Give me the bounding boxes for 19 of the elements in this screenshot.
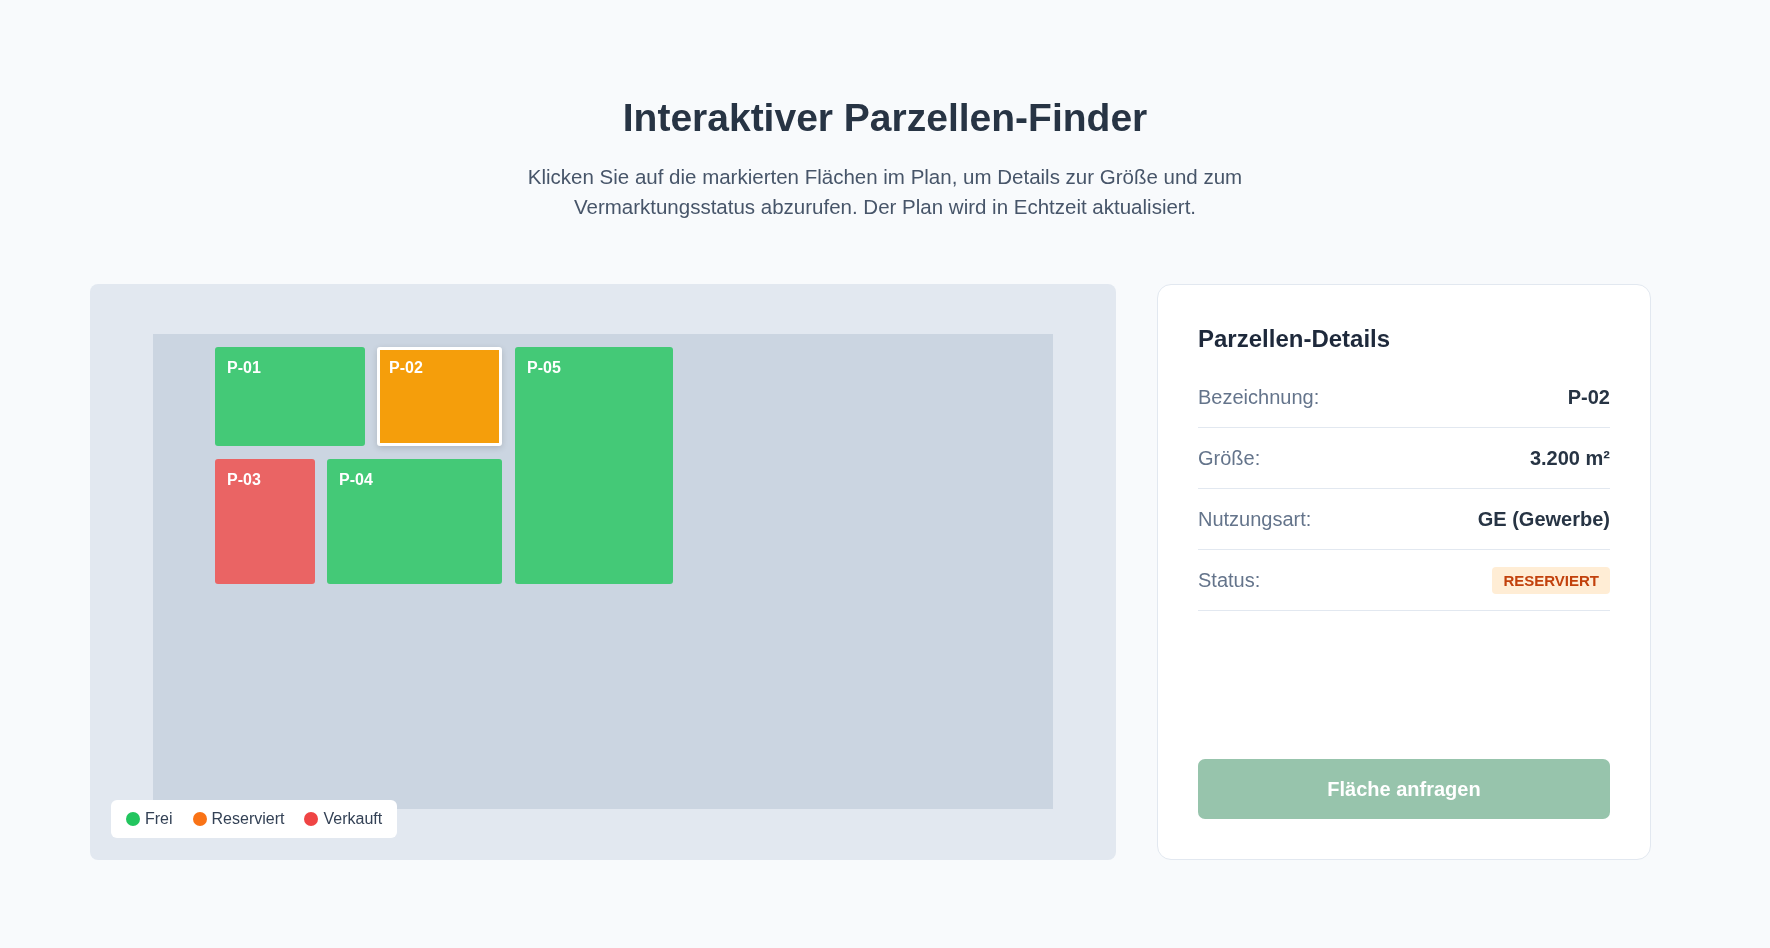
legend-label: Reserviert: [211, 810, 285, 828]
page-title: Interaktiver Parzellen-Finder: [622, 96, 1148, 140]
detail-value: GE (Gewerbe): [1477, 507, 1610, 531]
details-title: Parzellen-Details: [1198, 325, 1392, 353]
intro-text: Klicken Sie auf die markierten Flächen im Plan, um Details zur Größe und zum Vermarktungsstatus abzurufen. Der Plan wird in Echtzeit aktualisiert.: [526, 164, 1244, 220]
detail-value: P-02: [1567, 385, 1610, 409]
parcel[interactable]: P-02: [377, 347, 502, 446]
parcel[interactable]: P-05: [515, 347, 673, 584]
detail-label: Nutzungsart:: [1198, 507, 1312, 531]
parcel[interactable]: P-04: [327, 459, 502, 584]
legend-label: Frei: [145, 810, 173, 828]
detail-label: Größe:: [1198, 446, 1261, 470]
legend-label: Verkauft: [323, 810, 383, 828]
status-badge: RESERVIERT: [1492, 566, 1610, 594]
parcel[interactable]: P-03: [215, 459, 315, 584]
detail-value: 3.200 m²: [1529, 446, 1610, 470]
detail-label: Bezeichnung:: [1198, 385, 1320, 409]
detail-label: Status:: [1198, 568, 1261, 592]
parcel[interactable]: P-01: [215, 347, 365, 446]
